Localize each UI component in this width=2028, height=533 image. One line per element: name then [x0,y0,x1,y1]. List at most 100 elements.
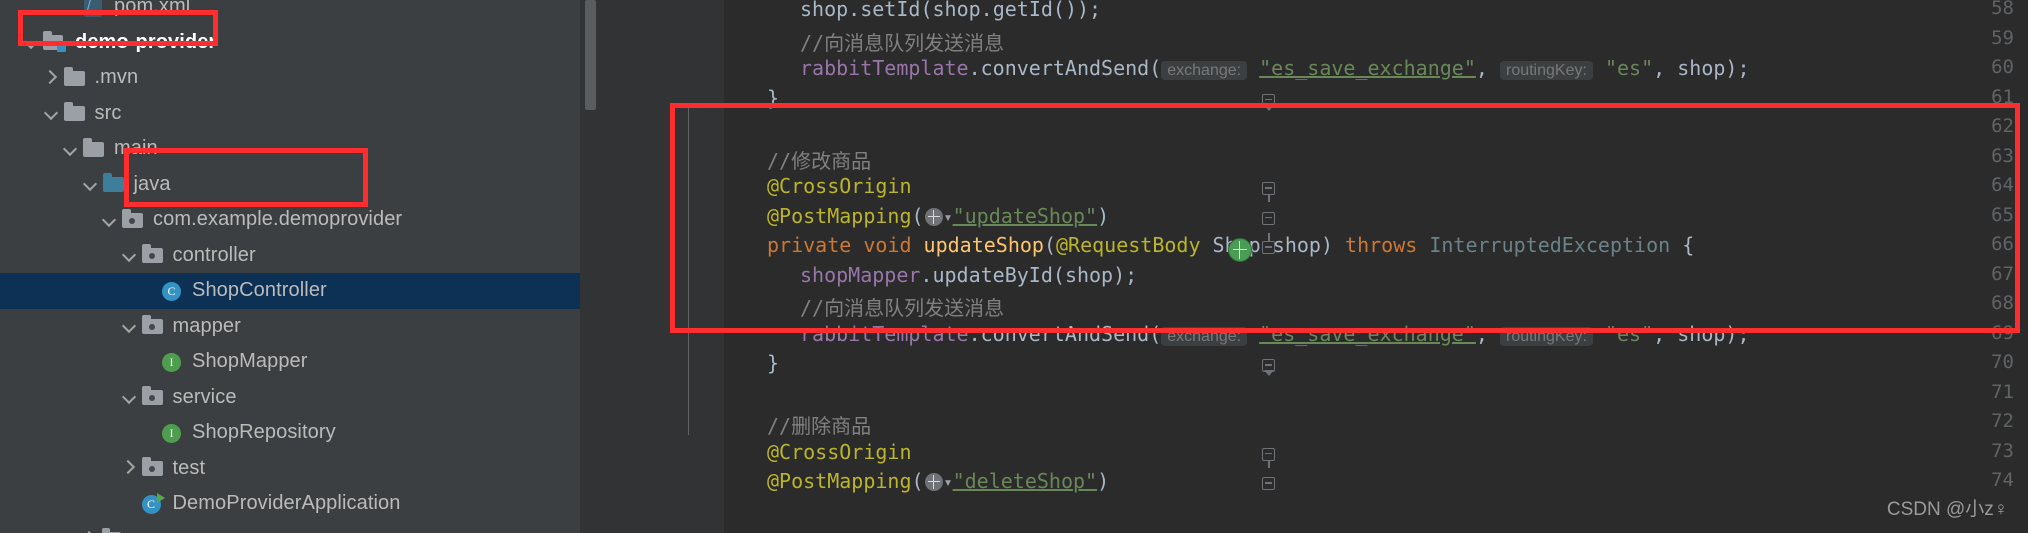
tree-item--mvn[interactable]: .mvn [0,60,580,96]
tree-item-label: demo-provider [75,30,217,53]
code-fold-marker[interactable] [1262,359,1276,376]
tree-item-label: .mvn [94,66,139,89]
code-fold-marker[interactable] [1262,447,1276,468]
resources-folder-icon [101,528,127,533]
chevron-down-icon[interactable]: ▾ [944,208,953,226]
code-token: ); [1725,56,1750,80]
chevron-down-icon[interactable] [120,316,140,336]
code-token: ( [1052,262,1065,287]
code-fold-marker[interactable] [1262,477,1276,491]
code-token: shop [1064,262,1114,287]
code-line[interactable]: @CrossOrigin [767,440,912,464]
code-token: ( [911,203,924,228]
package-folder-icon [120,208,146,231]
tree-item-resources[interactable]: resources [0,522,580,533]
code-fold-marker[interactable] [1262,233,1276,255]
tree-item-shopmapper[interactable]: I ShopMapper [0,344,580,380]
chevron-down-icon[interactable] [120,387,140,407]
code-line[interactable]: @PostMapping(▾"deleteShop") [767,469,1109,493]
code-token: private [767,233,864,257]
code-line[interactable]: } [767,351,779,375]
code-line[interactable]: shop.setId(shop.getId()); [800,0,1101,21]
code-fold-marker[interactable] [1262,211,1276,226]
chevron-right-icon[interactable] [120,458,140,478]
code-line[interactable]: @PostMapping(▾"updateShop") [767,204,1109,228]
code-line[interactable]: //删除商品 [767,410,871,439]
code-line[interactable]: @CrossOrigin [767,174,912,198]
editor-scrollbar[interactable] [580,0,602,533]
code-token: @RequestBody [1056,233,1201,257]
editor-gutter[interactable] [602,0,724,533]
code-fold-marker[interactable] [1262,182,1276,202]
code-line[interactable]: shopMapper.updateById(shop); [800,263,1137,287]
project-tree-panel[interactable]: pom.xml demo-provider .mvn src main java com.e… [0,0,580,533]
chevron-down-icon[interactable] [120,245,140,265]
tree-item-shopcontroller[interactable]: C ShopController [0,273,580,309]
code-line[interactable]: //向消息队列发送消息 [800,292,1004,321]
chevron-right-icon[interactable] [81,529,101,533]
chevron-down-icon[interactable] [61,139,81,159]
tree-item-main[interactable]: main [0,131,580,167]
no-chevron [61,0,81,17]
chevron-down-icon[interactable] [22,32,42,52]
code-line[interactable]: //向消息队列发送消息 [800,27,1004,56]
tree-item-demoproviderapplication[interactable]: C DemoProviderApplication [0,486,580,522]
tree-item-pom-xml[interactable]: pom.xml [0,0,580,25]
tree-item-demo-provider[interactable]: demo-provider [0,25,580,61]
chevron-down-icon[interactable]: ▾ [944,473,953,491]
code-token: //向消息队列发送消息 [800,296,1005,320]
code-line[interactable]: //修改商品 [767,145,871,174]
tree-item-service[interactable]: service [0,380,580,416]
code-token: ()); [1052,0,1102,21]
package-folder-icon [140,457,166,479]
code-content[interactable]: shop.setId(shop.getId());//向消息队列发送消息 rabb… [724,0,2028,533]
code-token: void [863,233,924,257]
tree-item-mapper[interactable]: mapper [0,309,580,345]
code-token: . [848,0,861,21]
tree-item-label: controller [172,243,256,266]
chevron-down-icon[interactable] [100,210,120,230]
line-number: 66 [1991,233,2014,255]
code-line[interactable]: } [767,86,779,110]
code-token: } [767,85,780,110]
tree-item-com-example-demoprovider[interactable]: com.example.demoprovider [0,202,580,238]
code-token: , [1653,321,1678,346]
folder-grey-icon [81,137,107,160]
editor-panel[interactable]: shop.setId(shop.getId());//向消息队列发送消息 rabb… [580,0,2028,533]
tree-item-label: ShopMapper [192,350,308,373]
chevron-down-icon[interactable] [81,174,101,194]
java-class-icon: C [159,280,185,302]
code-fold-marker[interactable] [1262,93,1276,111]
code-token: shop [1677,56,1726,80]
code-token: updateById [932,262,1053,287]
tree-item-controller[interactable]: controller [0,238,580,274]
code-token: "es" [1604,56,1654,80]
tree-item-label: src [94,101,122,124]
chevron-down-icon[interactable] [42,103,62,123]
scrollbar-thumb[interactable] [585,0,596,110]
no-chevron [120,494,140,514]
code-line[interactable]: rabbitTemplate.convertAndSend(exchange: … [800,56,1750,80]
parameter-hint: exchange: [1161,326,1248,346]
parameter-hint: routingKey: [1499,61,1593,80]
web-mapping-icon[interactable] [1228,238,1252,262]
folder-blue-icon [101,173,127,195]
code-token: "deleteShop" [952,469,1098,493]
java-interface-icon: I [159,422,185,444]
tree-item-java[interactable]: java [0,167,580,203]
globe-icon[interactable] [924,473,943,491]
ide-window: pom.xml demo-provider .mvn src main java com.e… [0,0,2028,533]
code-token: ( [1149,321,1162,346]
globe-icon[interactable] [924,207,943,226]
tree-item-shoprepository[interactable]: I ShopRepository [0,415,580,451]
tree-item-test[interactable]: test [0,451,580,487]
code-token: ); [1725,321,1750,346]
code-line[interactable]: rabbitTemplate.convertAndSend(exchange: … [800,322,1750,346]
tree-item-src[interactable]: src [0,96,580,132]
parameter-hint: exchange: [1161,61,1248,80]
code-token: updateShop [923,233,1044,257]
code-token: , [1475,56,1500,80]
chevron-right-icon[interactable] [42,68,62,88]
code-token: , [1653,56,1678,80]
tree-item-label: service [172,385,237,408]
